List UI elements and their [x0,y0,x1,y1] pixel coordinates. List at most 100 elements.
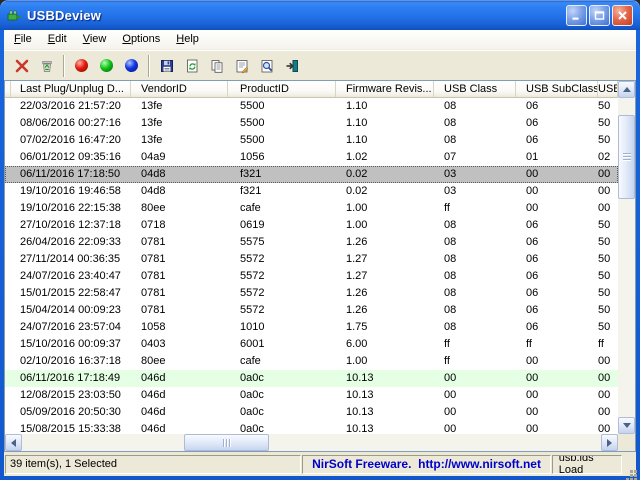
table-row[interactable]: 02/10/2016 16:37:1880eecafe1.00ff0000 [5,353,618,370]
menu-item-view[interactable]: View [75,31,115,48]
table-row[interactable]: 05/09/2016 20:50:30046d0a0c10.13000000 [5,404,618,421]
table-row[interactable]: 27/11/2014 00:36:35078155721.27080650 [5,251,618,268]
row-cell: f321 [228,183,336,200]
minimize-button[interactable] [566,5,587,26]
table-row[interactable]: 19/10/2016 19:46:5804d8f3210.02030000 [5,183,618,200]
row-cell: 0.02 [336,166,434,183]
row-cell: 24/07/2016 23:57:04 [11,319,131,336]
row-cell: 06 [516,234,598,251]
row-cell: 00 [434,404,516,421]
scroll-down-button[interactable] [618,417,635,434]
row-cell: 00 [598,166,618,183]
blue-ball-icon [125,59,138,72]
row-cell: 24/07/2016 23:40:47 [11,268,131,285]
exit-button[interactable] [279,53,304,78]
row-cell: 10.13 [336,404,434,421]
column-header-2[interactable]: VendorID [131,81,228,98]
table-row[interactable]: 12/08/2015 23:03:50046d0a0c10.13000000 [5,387,618,404]
green-ball-button[interactable] [94,53,119,78]
usbids-text: usb.ids Load [559,455,621,474]
scroll-right-button[interactable] [601,434,618,451]
row-cell: 1.10 [336,98,434,115]
horizontal-scrollbar[interactable] [5,434,618,451]
column-header-6[interactable]: USB SubClass [516,81,598,98]
column-header-5[interactable]: USB Class [434,81,516,98]
red-ball-button[interactable] [69,53,94,78]
blue-ball-button[interactable] [119,53,144,78]
menu-item-help[interactable]: Help [168,31,207,48]
table-row[interactable]: 08/06/2016 00:27:1613fe55001.10080650 [5,115,618,132]
scroll-left-button[interactable] [5,434,22,451]
row-cell: 08 [434,98,516,115]
row-cell: 15/01/2015 22:58:47 [11,285,131,302]
table-row[interactable]: 22/03/2016 21:57:2013fe55001.10080650 [5,98,618,115]
refresh-button[interactable] [179,53,204,78]
table-row[interactable]: 06/11/2016 17:18:5004d8f3210.02030000 [5,166,618,183]
row-cell: 00 [434,387,516,404]
row-cell: 01 [516,149,598,166]
list-rows: 22/03/2016 21:57:2013fe55001.1008065008/… [5,98,618,434]
properties-button[interactable] [229,53,254,78]
row-cell: 5500 [228,115,336,132]
usb-app-icon[interactable] [6,7,22,23]
table-row[interactable]: 24/07/2016 23:57:04105810101.75080650 [5,319,618,336]
client-area: FileEditViewOptionsHelp [4,30,636,476]
menu-item-file[interactable]: File [6,31,40,48]
toolbar [4,50,636,80]
row-cell: 03 [434,183,516,200]
row-cell: 08 [434,234,516,251]
row-cell: 50 [598,268,618,285]
title-bar[interactable]: USBDeview [0,0,640,30]
row-cell: 1.26 [336,285,434,302]
find-button[interactable] [254,53,279,78]
table-row[interactable]: 15/01/2015 22:58:47078155721.26080650 [5,285,618,302]
row-cell: 5572 [228,285,336,302]
maximize-button[interactable] [589,5,610,26]
table-row[interactable]: 19/10/2016 22:15:3880eecafe1.00ff0000 [5,200,618,217]
window-title: USBDeview [27,8,101,23]
vertical-scroll-thumb[interactable] [618,115,635,199]
column-header-3[interactable]: ProductID [228,81,336,98]
table-row[interactable]: 24/07/2016 23:40:47078155721.27080650 [5,268,618,285]
horizontal-scroll-thumb[interactable] [184,434,269,451]
table-row[interactable]: 15/10/2016 00:09:37040360016.00ffffff [5,336,618,353]
row-cell: 02/10/2016 16:37:18 [11,353,131,370]
nirsoft-link[interactable]: NirSoft Freeware. http://www.nirsoft.net [312,457,541,471]
copy-button[interactable] [204,53,229,78]
table-row[interactable]: 27/10/2016 12:37:18071806191.00080650 [5,217,618,234]
table-row[interactable]: 15/04/2014 00:09:23078155721.26080650 [5,302,618,319]
column-header-7[interactable]: USB... [598,81,618,98]
row-cell: 5572 [228,268,336,285]
menu-item-edit[interactable]: Edit [40,31,75,48]
close-icon [617,10,628,21]
table-row[interactable]: 15/08/2015 15:33:38046d0a0c10.13000000 [5,421,618,434]
row-cell: 26/04/2016 22:09:33 [11,234,131,251]
row-cell: 50 [598,319,618,336]
column-header-4[interactable]: Firmware Revis... [336,81,434,98]
app-window: USBDeview FileEditViewOptionsHelp [0,0,640,480]
resize-grip[interactable] [630,470,633,473]
table-row[interactable]: 07/02/2016 16:47:2013fe55001.10080650 [5,132,618,149]
menu-item-options[interactable]: Options [114,31,168,48]
close-button[interactable] [612,5,633,26]
table-row[interactable]: 26/04/2016 22:09:33078155751.26080650 [5,234,618,251]
row-cell: 08 [434,302,516,319]
disable-device-button[interactable] [34,53,59,78]
row-cell: 19/10/2016 22:15:38 [11,200,131,217]
toolbar-separator [63,55,65,77]
uninstall-device-button[interactable] [9,53,34,78]
row-cell: 00 [516,421,598,434]
column-header-1[interactable]: Last Plug/Unplug D... [11,81,131,98]
row-cell: 0a0c [228,421,336,434]
device-list: Last Plug/Unplug D...VendorIDProductIDFi… [4,80,636,452]
vertical-scrollbar[interactable] [618,81,635,434]
save-button[interactable] [154,53,179,78]
arrow-left-icon [7,439,16,447]
row-cell: 0781 [131,268,228,285]
row-cell: 0718 [131,217,228,234]
row-cell: 13fe [131,115,228,132]
row-cell: 00 [516,200,598,217]
table-row[interactable]: 06/11/2016 17:18:49046d0a0c10.13000000 [5,370,618,387]
scroll-up-button[interactable] [618,81,635,98]
table-row[interactable]: 06/01/2012 09:35:1604a910561.02070102 [5,149,618,166]
